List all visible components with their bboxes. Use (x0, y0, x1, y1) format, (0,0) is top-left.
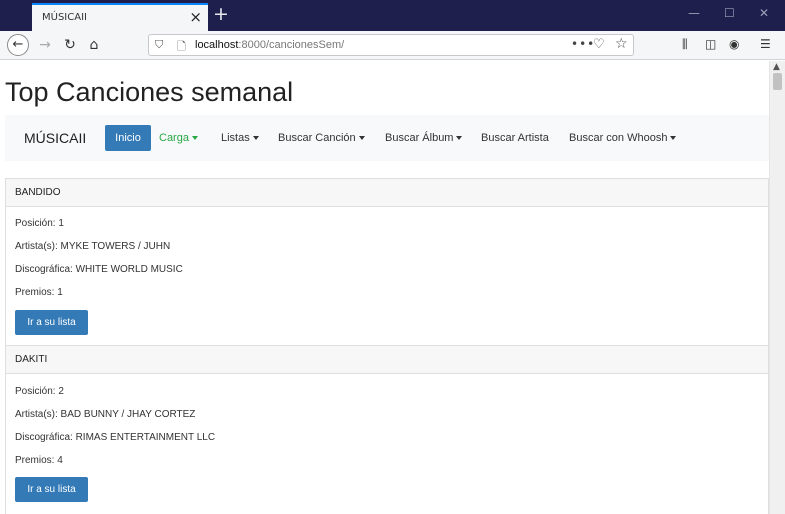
song-artists: Artista(s): BAD BUNNY / JHAY CORTEZ (15, 409, 196, 420)
song-label: Discográfica: WHITE WORLD MUSIC (15, 264, 183, 275)
page-content: Top Canciones semanal MÚSICAII Inicio Ca… (0, 61, 769, 514)
song-position: Posición: 1 (15, 218, 64, 229)
song-card-header: BANDIDO (6, 179, 768, 207)
go-to-list-button[interactable]: Ir a su lista (15, 477, 88, 502)
song-awards: Premios: 4 (15, 455, 63, 466)
nav-buscar-cancion-dropdown[interactable]: Buscar Canción (278, 132, 365, 144)
url-host: localhost (195, 39, 239, 51)
nav-buscar-album-dropdown[interactable]: Buscar Álbum (385, 132, 463, 144)
shield-icon[interactable]: ⛉ (155, 38, 163, 52)
song-artists: Artista(s): MYKE TOWERS / JUHN (15, 241, 171, 252)
song-card-header: DAKITI (6, 346, 768, 374)
url-path: :8000/cancionesSem/ (238, 39, 345, 51)
bookmark-star-icon[interactable]: ☆ (615, 36, 628, 52)
url-text[interactable]: localhost:8000/cancionesSem/ (195, 39, 344, 51)
new-tab-icon[interactable]: + (213, 3, 229, 25)
nav-buscar-cancion-label: Buscar Canción (278, 132, 356, 144)
nav-buscar-whoosh-dropdown[interactable]: Buscar con Whoosh (569, 132, 677, 144)
back-arrow-icon[interactable]: ← (7, 34, 29, 56)
caret-down-icon (358, 136, 365, 141)
home-icon[interactable]: ⌂ (83, 34, 105, 56)
scroll-up-icon[interactable]: ▲ (773, 62, 780, 72)
caret-down-icon (456, 136, 463, 141)
page-actions-icon[interactable]: ••• (571, 37, 595, 51)
nav-buscar-whoosh-label: Buscar con Whoosh (569, 132, 668, 144)
page-icon[interactable]: 🗋 (177, 38, 186, 57)
song-position: Posición: 2 (15, 386, 64, 397)
sidebar-icon[interactable]: ◫ (705, 37, 716, 51)
song-awards: Premios: 1 (15, 287, 63, 298)
library-icon[interactable]: ⫼ (682, 37, 688, 52)
account-icon[interactable]: ◉ (729, 37, 739, 51)
pocket-icon[interactable]: ♡ (593, 37, 605, 52)
tab-close-icon[interactable]: × (189, 8, 202, 26)
nav-inicio-button[interactable]: Inicio (105, 125, 151, 151)
page-title: Top Canciones semanal (5, 77, 294, 107)
nav-listas-label: Listas (221, 132, 250, 144)
nav-carga-dropdown[interactable]: Carga (159, 132, 198, 144)
browser-titlebar: MÚSICAII × + — ☐ ✕ (0, 0, 785, 31)
browser-window: MÚSICAII × + — ☐ ✕ ← → ↻ ⌂ ⛉ 🗋 localhost… (0, 0, 785, 514)
song-card: DAKITI Posición: 2 Artista(s): BAD BUNNY… (5, 345, 769, 514)
scrollbar-thumb[interactable] (773, 73, 782, 90)
nav-buscar-album-label: Buscar Álbum (385, 132, 454, 144)
reload-icon[interactable]: ↻ (59, 34, 81, 56)
window-minimize-icon[interactable]: — (688, 6, 700, 20)
go-to-list-button[interactable]: Ir a su lista (15, 310, 88, 335)
song-card: BANDIDO Posición: 1 Artista(s): MYKE TOW… (5, 178, 769, 346)
nav-buscar-artista-link[interactable]: Buscar Artista (481, 132, 549, 144)
caret-down-icon (191, 136, 198, 141)
browser-tab[interactable]: MÚSICAII × (32, 3, 208, 31)
song-label: Discográfica: RIMAS ENTERTAINMENT LLC (15, 432, 216, 443)
navbar-brand[interactable]: MÚSICAII (24, 130, 86, 146)
tab-title: MÚSICAII (42, 12, 87, 23)
window-close-icon[interactable]: ✕ (759, 6, 769, 20)
nav-carga-label: Carga (159, 132, 189, 144)
hamburger-menu-icon[interactable]: ☰ (760, 37, 771, 51)
url-bar[interactable]: ⛉ 🗋 localhost:8000/cancionesSem/ ••• ♡ ☆ (148, 34, 634, 56)
site-navbar: MÚSICAII Inicio Carga Listas Buscar Canc… (5, 115, 769, 161)
forward-arrow-icon[interactable]: → (34, 34, 56, 56)
caret-down-icon (670, 136, 677, 141)
window-maximize-icon[interactable]: ☐ (724, 6, 735, 20)
browser-toolbar: ← → ↻ ⌂ ⛉ 🗋 localhost:8000/cancionesSem/… (0, 31, 785, 60)
nav-listas-dropdown[interactable]: Listas (221, 132, 259, 144)
caret-down-icon (252, 136, 259, 141)
vertical-scrollbar[interactable]: ▲ (769, 61, 785, 514)
